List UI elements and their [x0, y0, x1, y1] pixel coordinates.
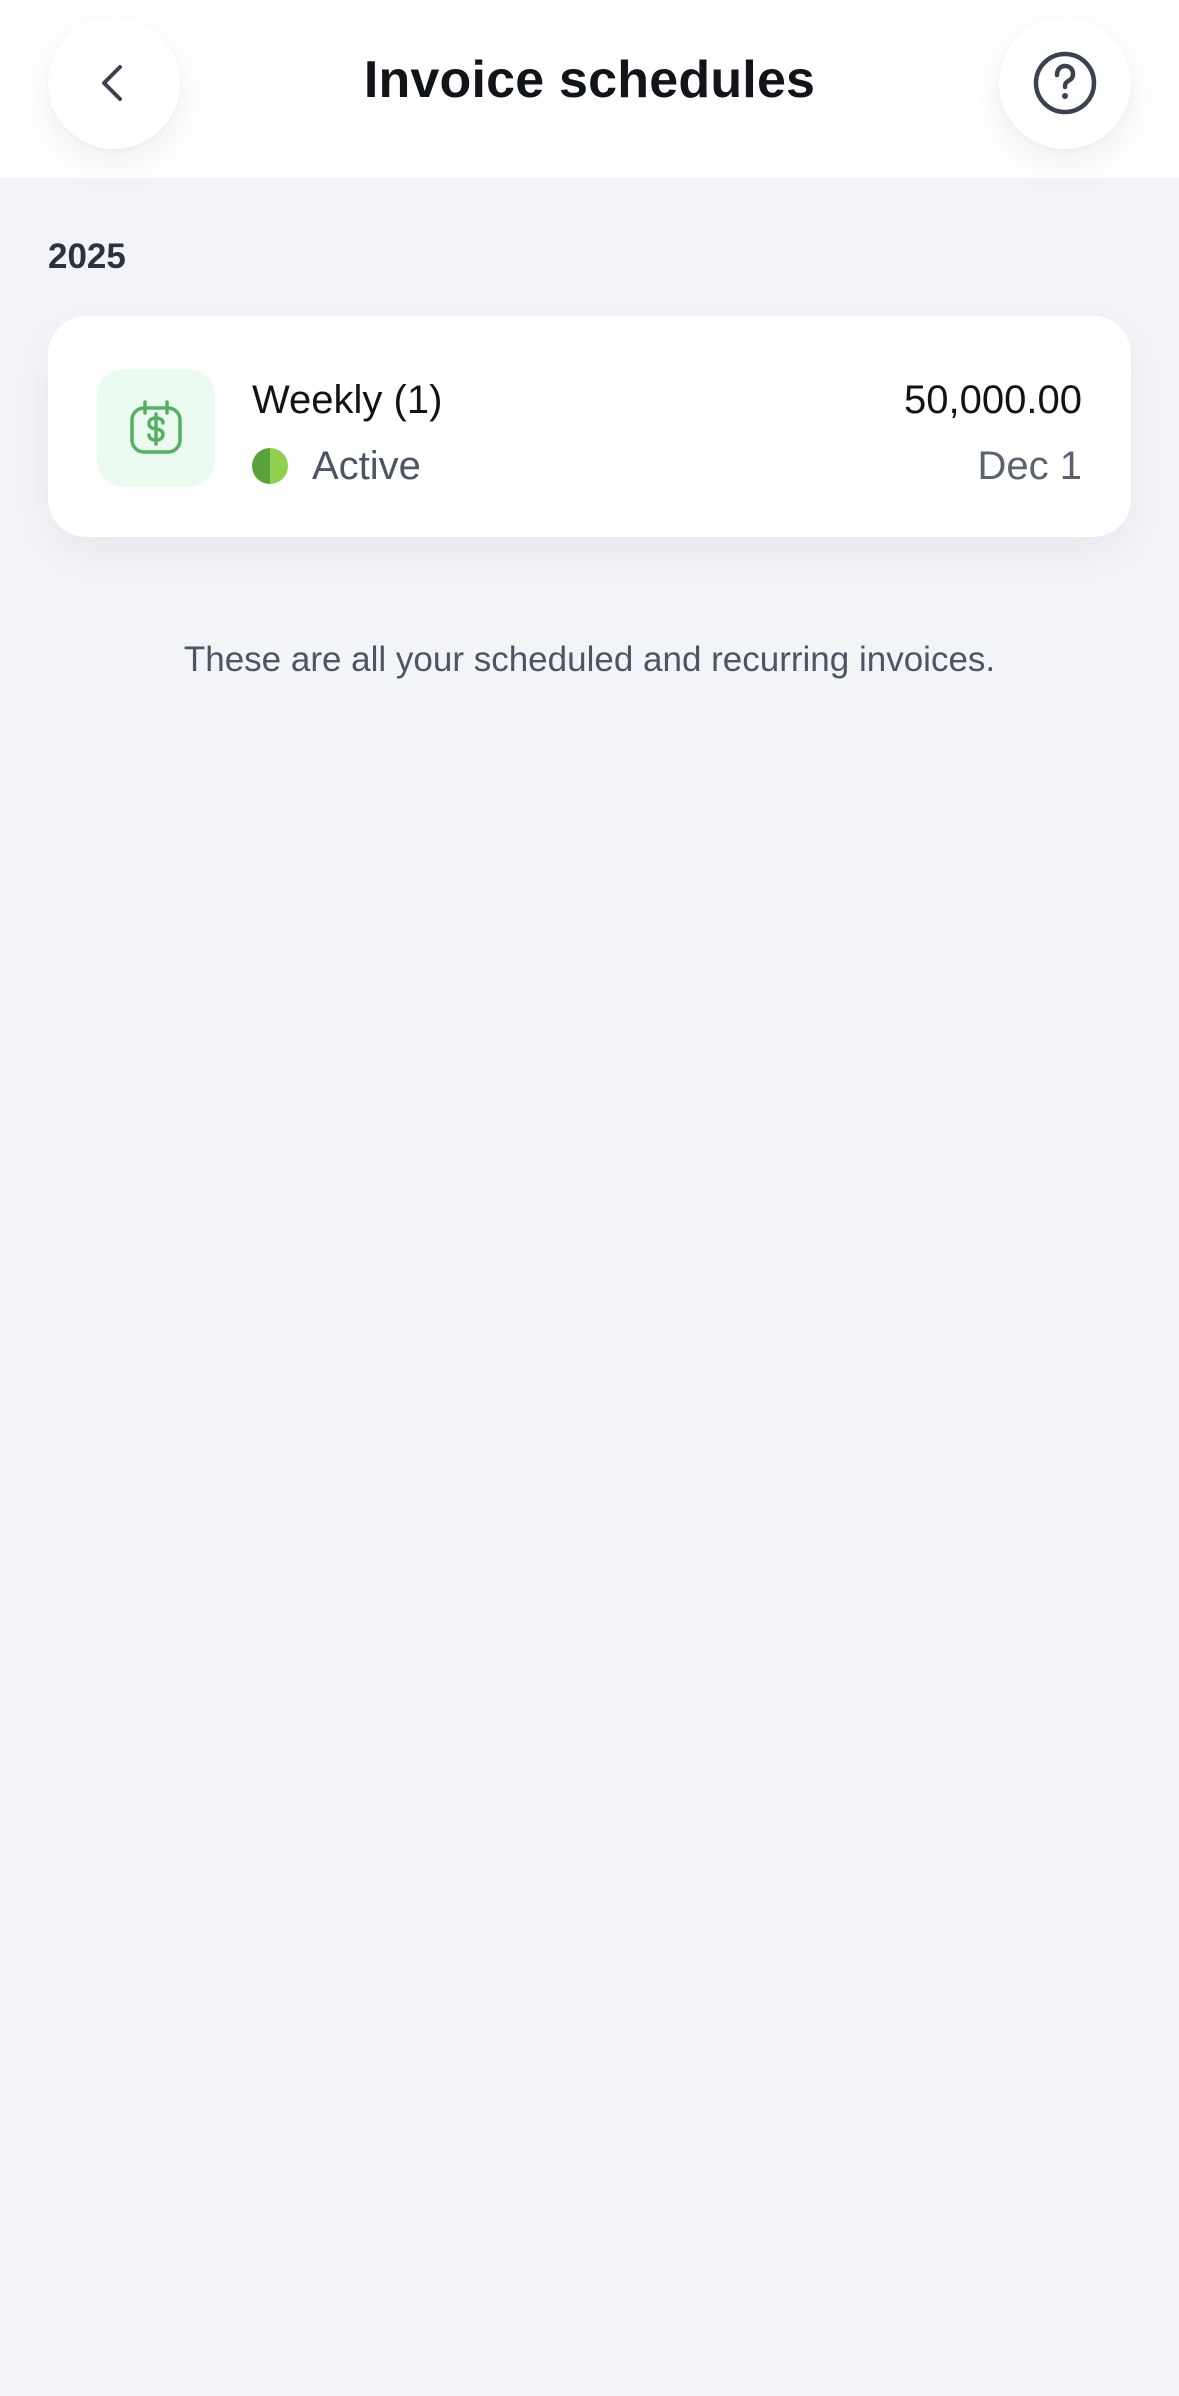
status-indicator-icon: [252, 448, 288, 484]
schedule-title: Weekly (1): [252, 378, 443, 422]
empty-state-footnote: These are all your scheduled and recurri…: [183, 640, 996, 679]
status-label: Active: [312, 444, 421, 488]
app-header: Invoice schedules: [0, 0, 1179, 178]
schedule-icon-box: [97, 369, 215, 487]
schedule-date: Dec 1: [977, 444, 1083, 488]
calendar-dollar-icon: [130, 400, 182, 454]
question-circle-icon: [1033, 51, 1097, 115]
section-year-label: 2025: [48, 237, 126, 276]
schedule-amount: 50,000.00: [904, 378, 1082, 422]
help-button[interactable]: [999, 17, 1131, 149]
schedule-card[interactable]: Weekly (1) Active 50,000.00 Dec 1: [48, 316, 1131, 537]
schedule-status: Active: [252, 438, 421, 494]
